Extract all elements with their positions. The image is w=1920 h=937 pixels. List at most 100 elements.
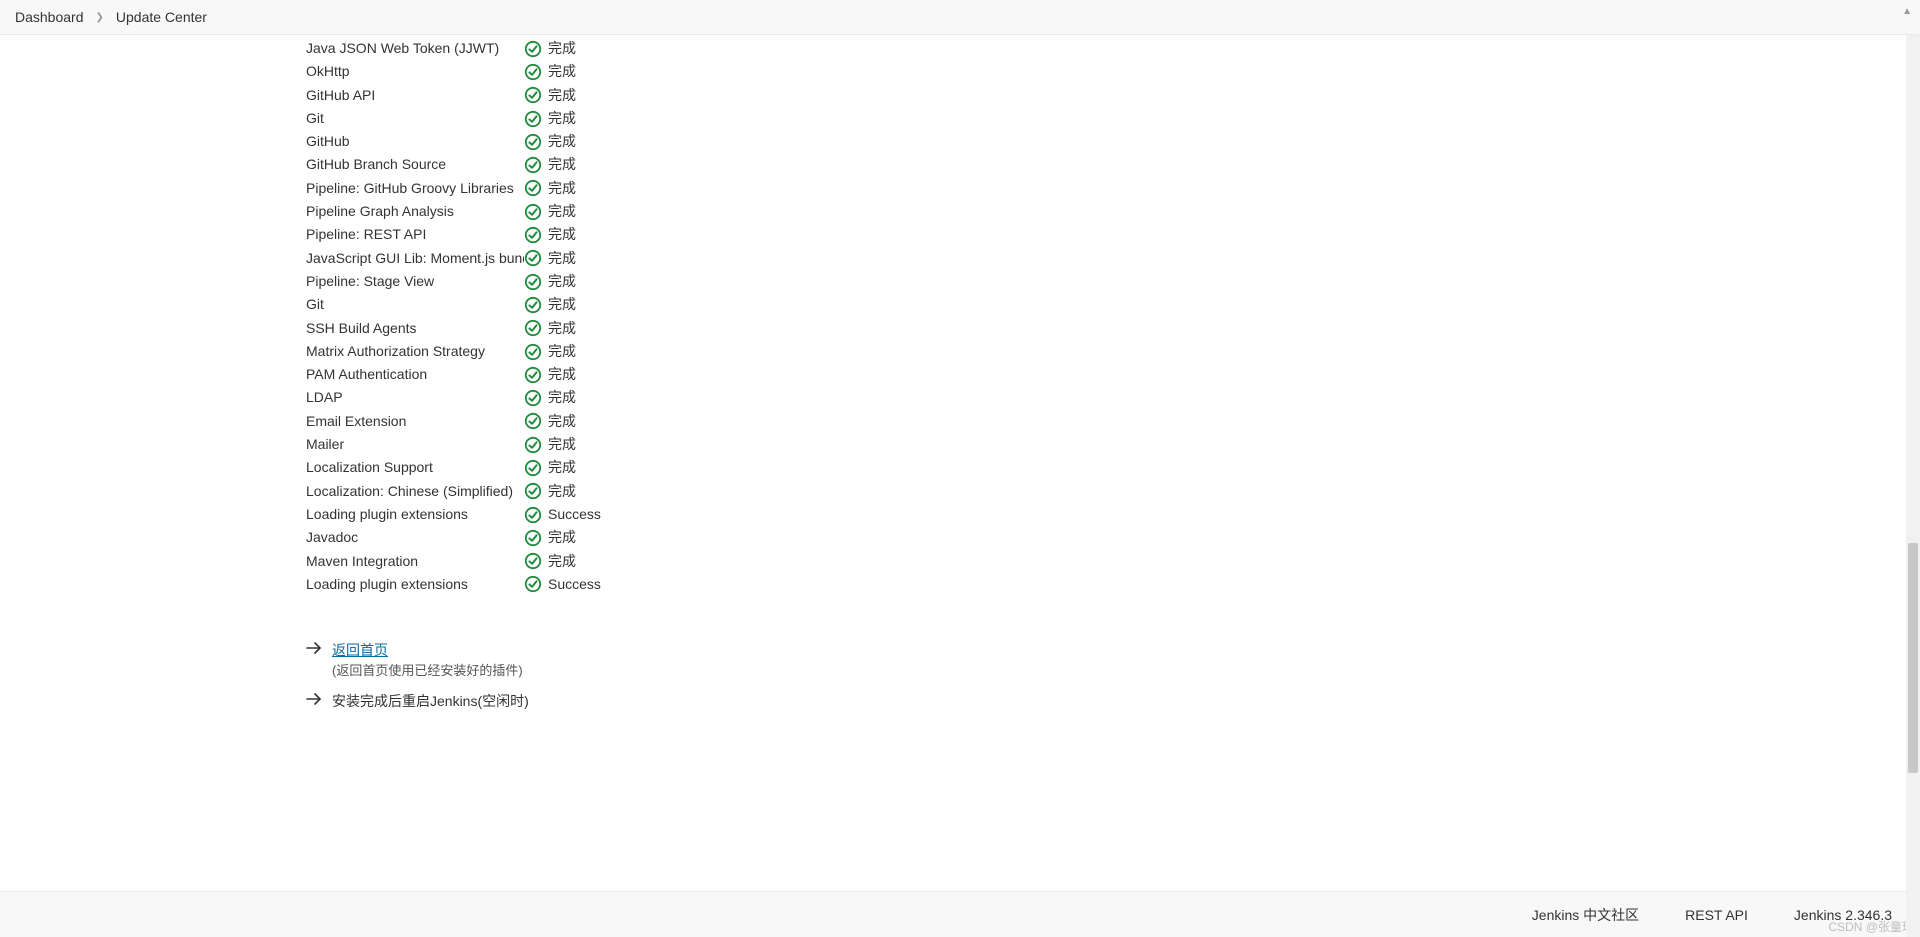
plugin-row: PAM Authentication 完成	[306, 363, 1920, 386]
plugin-status: 完成	[524, 84, 576, 107]
back-link-text: 返回首页	[332, 640, 523, 660]
plugin-status-text: 完成	[548, 386, 576, 409]
restart-label: 安装完成后重启Jenkins(空闲时)	[332, 691, 529, 711]
plugin-status-text: 完成	[548, 107, 576, 130]
plugin-row: Pipeline: GitHub Groovy Libraries 完成	[306, 177, 1920, 200]
plugin-row: GitHub API完成	[306, 84, 1920, 107]
check-circle-icon	[524, 552, 542, 570]
plugin-row: Email Extension完成	[306, 410, 1920, 433]
plugin-status-text: 完成	[548, 526, 576, 549]
post-install-actions: 返回首页 (返回首页使用已经安装好的插件) 安装完成后重启Jenkins(空闲时…	[306, 640, 1920, 711]
plugin-status-text: 完成	[548, 456, 576, 479]
plugin-row: Java JSON Web Token (JJWT)完成	[306, 37, 1920, 60]
plugin-name: Localization: Chinese (Simplified)	[306, 480, 524, 503]
plugin-status: 完成	[524, 60, 576, 83]
check-circle-icon	[524, 412, 542, 430]
plugin-name: Pipeline: Stage View	[306, 270, 524, 293]
restart-jenkins-option[interactable]: 安装完成后重启Jenkins(空闲时)	[306, 691, 1920, 711]
plugin-status-text: 完成	[548, 340, 576, 363]
caret-up-icon[interactable]: ▲	[1902, 6, 1912, 17]
breadcrumb-update-center[interactable]: Update Center	[116, 9, 207, 25]
plugin-name: Maven Integration	[306, 550, 524, 573]
plugin-row: GitHub Branch Source完成	[306, 153, 1920, 176]
plugin-status: 完成	[524, 340, 576, 363]
check-circle-icon	[524, 133, 542, 151]
plugin-name: LDAP	[306, 386, 524, 409]
check-circle-icon	[524, 389, 542, 407]
plugin-name: Loading plugin extensions	[306, 573, 524, 596]
plugin-status: 完成	[524, 223, 576, 246]
breadcrumb-bar: Dashboard ❯ Update Center ▲	[0, 0, 1920, 35]
plugin-name: JavaScript GUI Lib: Moment.js bundle	[306, 247, 524, 270]
check-circle-icon	[524, 179, 542, 197]
chevron-right-icon: ❯	[96, 12, 104, 23]
plugin-row: Matrix Authorization Strategy完成	[306, 340, 1920, 363]
footer-version: Jenkins 2.346.3	[1794, 907, 1892, 923]
check-circle-icon	[524, 459, 542, 477]
scrollbar-track[interactable]	[1906, 35, 1920, 937]
plugin-row: Loading plugin extensions Success	[306, 573, 1920, 596]
plugin-install-list: Java JSON Web Token (JJWT)完成OkHttp完成GitH…	[306, 37, 1920, 596]
plugin-name: PAM Authentication	[306, 363, 524, 386]
plugin-status: 完成	[524, 363, 576, 386]
check-circle-icon	[524, 319, 542, 337]
plugin-status: 完成	[524, 270, 576, 293]
check-circle-icon	[524, 226, 542, 244]
plugin-status-text: 完成	[548, 363, 576, 386]
plugin-name: Git	[306, 293, 524, 316]
plugin-status-text: Success	[548, 573, 601, 596]
check-circle-icon	[524, 86, 542, 104]
plugin-status-text: Success	[548, 503, 601, 526]
plugin-name: Pipeline: GitHub Groovy Libraries	[306, 177, 524, 200]
plugin-row: Pipeline: Stage View 完成	[306, 270, 1920, 293]
plugin-status: 完成	[524, 317, 576, 340]
plugin-status-text: 完成	[548, 550, 576, 573]
check-circle-icon	[524, 273, 542, 291]
plugin-status: Success	[524, 503, 601, 526]
back-link-note: (返回首页使用已经安装好的插件)	[332, 660, 523, 679]
footer-rest-api-link[interactable]: REST API	[1685, 907, 1748, 923]
check-circle-icon	[524, 506, 542, 524]
plugin-status: 完成	[524, 480, 576, 503]
plugin-name: Pipeline: REST API	[306, 223, 524, 246]
check-circle-icon	[524, 40, 542, 58]
plugin-status-text: 完成	[548, 130, 576, 153]
check-circle-icon	[524, 366, 542, 384]
plugin-status-text: 完成	[548, 177, 576, 200]
arrow-right-icon	[306, 642, 322, 654]
plugin-name: Git	[306, 107, 524, 130]
back-to-home-link[interactable]: 返回首页 (返回首页使用已经安装好的插件)	[306, 640, 1920, 679]
page-footer: Jenkins 中文社区 REST API Jenkins 2.346.3	[0, 891, 1920, 937]
plugin-status: 完成	[524, 107, 576, 130]
check-circle-icon	[524, 203, 542, 221]
plugin-status-text: 完成	[548, 270, 576, 293]
plugin-status: 完成	[524, 526, 576, 549]
scrollbar-thumb[interactable]	[1908, 543, 1918, 773]
plugin-name: GitHub Branch Source	[306, 153, 524, 176]
plugin-row: Mailer完成	[306, 433, 1920, 456]
plugin-row: Javadoc 完成	[306, 526, 1920, 549]
plugin-name: SSH Build Agents	[306, 317, 524, 340]
plugin-name: Javadoc	[306, 526, 524, 549]
plugin-row: Pipeline Graph Analysis完成	[306, 200, 1920, 223]
plugin-status: 完成	[524, 386, 576, 409]
plugin-status: 完成	[524, 410, 576, 433]
plugin-status: 完成	[524, 130, 576, 153]
plugin-status: 完成	[524, 293, 576, 316]
plugin-row: Localization: Chinese (Simplified)完成	[306, 480, 1920, 503]
plugin-status-text: 完成	[548, 293, 576, 316]
plugin-status-text: 完成	[548, 317, 576, 340]
plugin-name: Java JSON Web Token (JJWT)	[306, 37, 524, 60]
plugin-name: GitHub API	[306, 84, 524, 107]
plugin-status: 完成	[524, 153, 576, 176]
footer-community-link[interactable]: Jenkins 中文社区	[1532, 905, 1639, 925]
plugin-status-text: 完成	[548, 200, 576, 223]
plugin-status: 完成	[524, 456, 576, 479]
arrow-right-icon	[306, 693, 322, 705]
plugin-status: 完成	[524, 177, 576, 200]
plugin-row: Git 完成	[306, 107, 1920, 130]
check-circle-icon	[524, 482, 542, 500]
breadcrumb-dashboard[interactable]: Dashboard	[15, 9, 84, 25]
plugin-name: OkHttp	[306, 60, 524, 83]
plugin-name: Loading plugin extensions	[306, 503, 524, 526]
